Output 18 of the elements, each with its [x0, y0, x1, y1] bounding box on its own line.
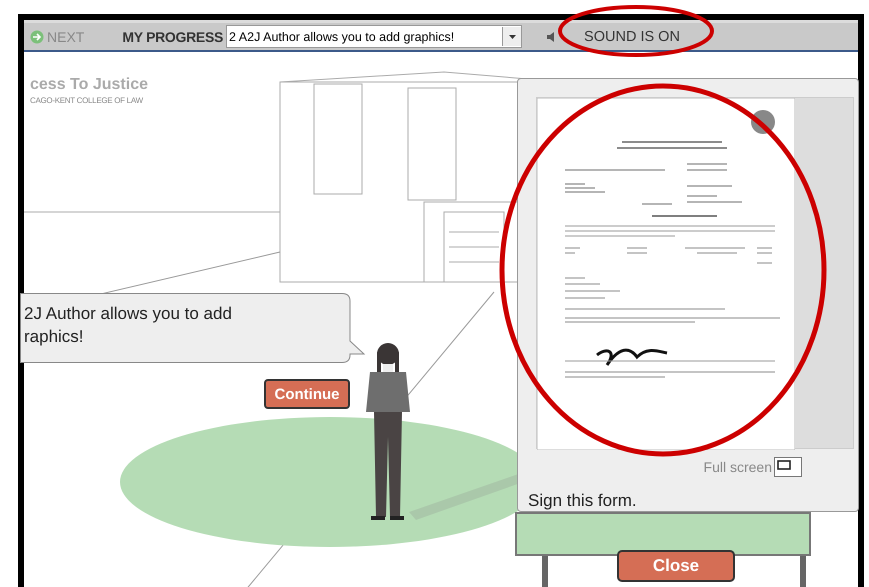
arrow-circle-icon — [30, 30, 44, 44]
speaker-icon[interactable] — [546, 30, 556, 42]
caret-icon — [508, 34, 516, 38]
logo-subtitle: CAGO-KENT COLLEGE OF LAW — [30, 96, 144, 105]
sign-post — [542, 556, 548, 587]
full-screen-link[interactable]: Full screen — [704, 459, 772, 475]
question-text: raphics! — [24, 326, 85, 348]
close-button[interactable]: Close — [617, 550, 735, 582]
question-text: 2J Author allows you to add — [24, 303, 233, 325]
progress-label: MY PROGRESS — [122, 28, 224, 44]
logo-title: cess To Justice — [30, 76, 148, 94]
next-button[interactable]: NEXT — [30, 28, 84, 44]
sound-toggle[interactable]: SOUND IS ON — [584, 28, 680, 44]
progress-select[interactable]: 2 A2J Author allows you to add graphics! — [226, 25, 522, 48]
popup-caption: Sign this form. — [528, 491, 638, 511]
continue-button[interactable]: Continue — [264, 379, 350, 409]
sign-post — [800, 556, 806, 587]
full-screen-icon[interactable] — [774, 457, 802, 477]
